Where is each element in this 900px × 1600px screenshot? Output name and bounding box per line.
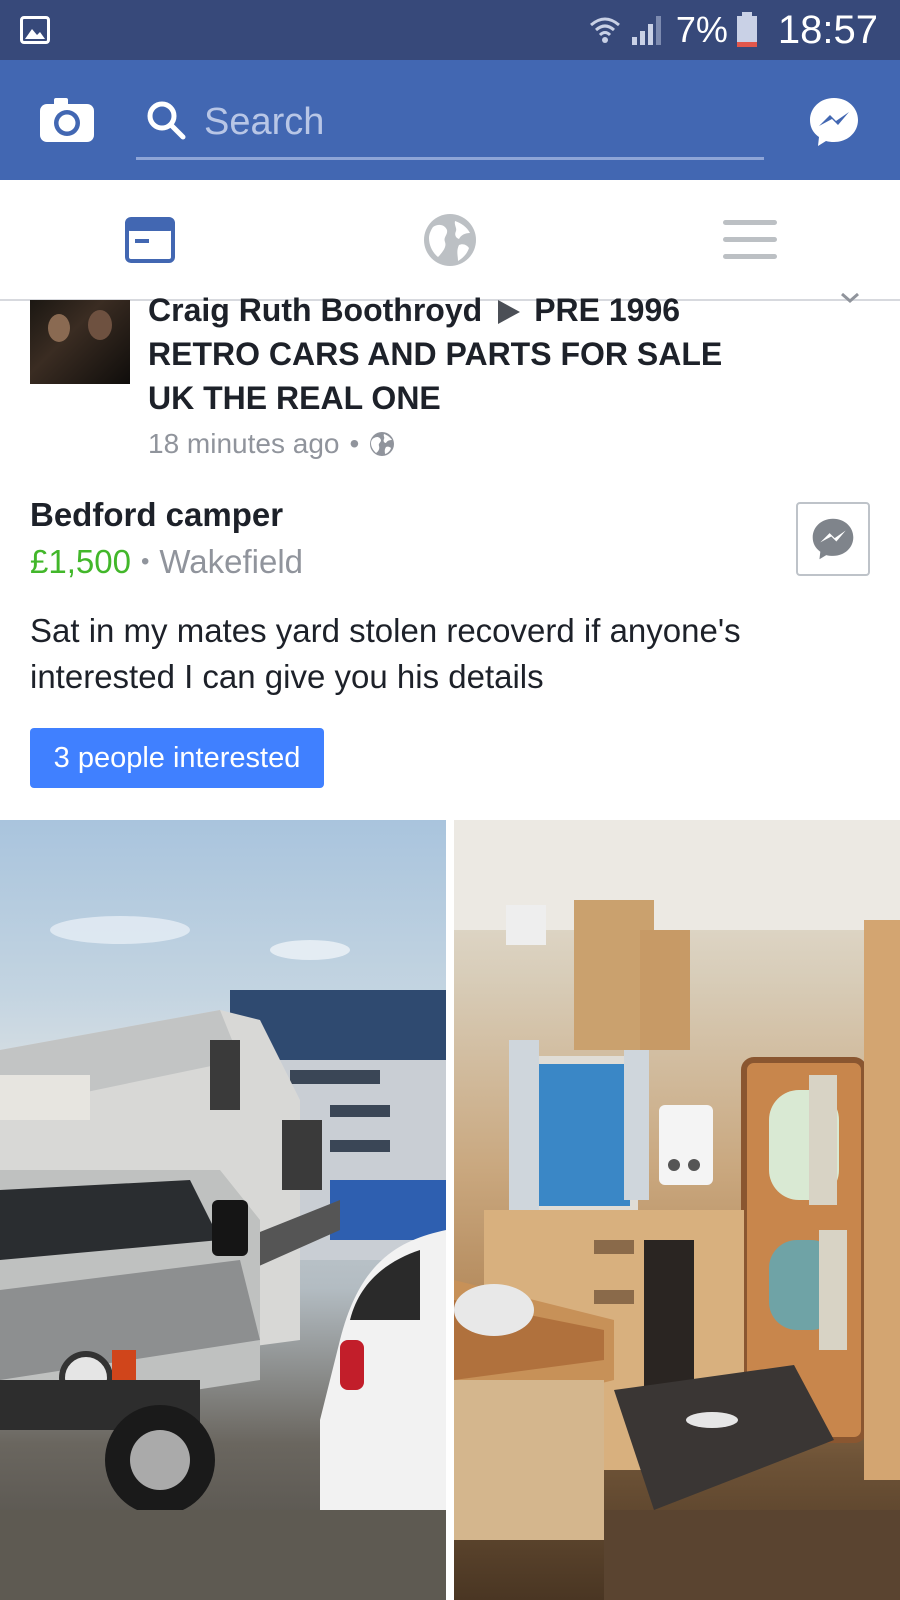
- camera-button[interactable]: [38, 96, 96, 144]
- messenger-icon: [812, 518, 854, 560]
- wifi-icon: [589, 17, 620, 43]
- meta-separator: •: [349, 428, 360, 459]
- globe-icon: [370, 432, 395, 456]
- post-title: Craig Ruth Boothroyd PRE 1996 RETRO CARS …: [148, 288, 768, 420]
- clock: 18:57: [777, 7, 878, 52]
- search-icon: [147, 101, 186, 140]
- tab-notifications[interactable]: [300, 180, 600, 299]
- camper-exterior-photo[interactable]: [0, 820, 446, 1600]
- news-feed-icon: [125, 216, 175, 263]
- search-bar[interactable]: [136, 88, 764, 160]
- listing-description: Sat in my mates yard stolen recoverd if …: [30, 612, 741, 695]
- status-indicators: 7% 18:57: [588, 8, 878, 52]
- search-input[interactable]: [204, 92, 744, 152]
- gallery-icon: [20, 16, 50, 44]
- interested-button[interactable]: 3 people interested: [30, 728, 324, 788]
- tab-menu[interactable]: [600, 180, 900, 299]
- listing-title: Bedford camper: [30, 496, 284, 533]
- right-arrow-icon: [498, 300, 521, 324]
- listing-location: Wakefield: [159, 543, 304, 580]
- listing-price-row: £1,500 • Wakefield: [30, 543, 303, 581]
- tab-bar: [0, 180, 900, 301]
- messenger-button[interactable]: [808, 96, 860, 148]
- camera-icon: [40, 98, 94, 142]
- hamburger-menu-icon: [723, 219, 777, 259]
- price-separator: •: [140, 548, 150, 575]
- post-meta: 18 minutes ago •: [148, 428, 395, 460]
- messenger-icon: [810, 98, 858, 146]
- battery-icon: [736, 12, 757, 47]
- globe-icon: [424, 213, 476, 266]
- signal-icon: [631, 16, 661, 45]
- message-seller-button[interactable]: [796, 502, 870, 576]
- author-name[interactable]: Craig Ruth Boothroyd: [148, 292, 482, 328]
- tab-news-feed[interactable]: [0, 180, 300, 299]
- chevron-down-icon[interactable]: [838, 292, 862, 304]
- listing-price: £1,500: [30, 543, 131, 580]
- avatar[interactable]: [30, 300, 130, 384]
- post-timestamp[interactable]: 18 minutes ago: [148, 428, 339, 460]
- camper-interior-photo[interactable]: [454, 820, 900, 1600]
- status-bar: 7% 18:57: [0, 0, 900, 60]
- app-bar: [0, 60, 900, 180]
- battery-percent: 7%: [675, 9, 728, 50]
